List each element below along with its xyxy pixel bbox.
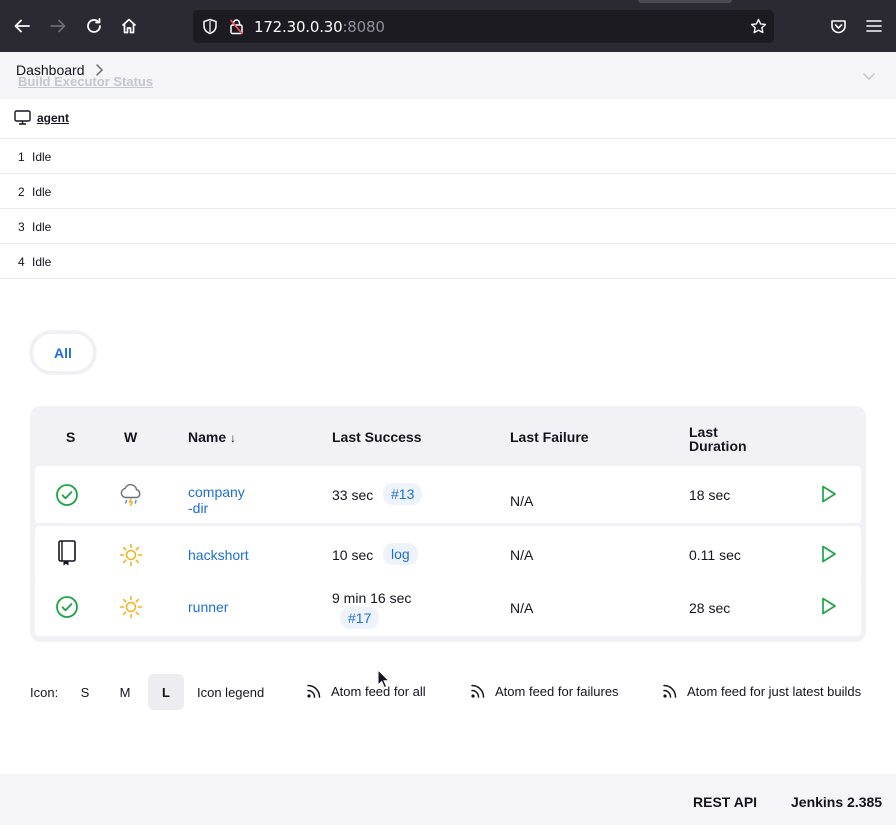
tab-strip-hint	[638, 0, 732, 3]
menu-button[interactable]	[862, 14, 886, 38]
executor-row: 2 Idle	[0, 174, 896, 209]
last-success-time: 9 min 16 sec	[332, 590, 412, 606]
mouse-cursor-icon	[377, 669, 390, 689]
rss-feed-icon	[663, 684, 677, 698]
atom-feed-failures-label: Atom feed for failures	[495, 683, 619, 699]
bookmark-star-icon[interactable]	[750, 18, 767, 35]
atom-feed-latest-label: Atom feed for just latest builds	[687, 683, 862, 699]
jenkins-version-link[interactable]: Jenkins 2.385	[791, 794, 882, 810]
build-badge[interactable]: log	[383, 543, 418, 565]
icon-size-label: Icon:	[30, 685, 59, 700]
build-badge[interactable]: #17	[340, 607, 380, 629]
executor-status: Idle	[32, 150, 52, 164]
page-footer: REST API Jenkins 2.385	[0, 774, 896, 825]
last-success-time: 10 sec	[332, 547, 374, 563]
header-last-duration-line2: Duration	[689, 438, 747, 454]
executor-status: Idle	[32, 255, 52, 269]
atom-feed-all-link[interactable]: Atom feed for all	[306, 683, 426, 699]
reload-icon	[87, 18, 101, 33]
job-name-line2: -dir	[188, 500, 209, 516]
executor-row: 4 Idle	[0, 244, 896, 279]
play-build-icon[interactable]	[817, 595, 839, 617]
thunderstorm-icon	[120, 483, 141, 507]
url-bar[interactable]: 172.30.0.30:8080	[193, 10, 774, 43]
rest-api-link[interactable]: REST API	[693, 794, 757, 810]
header-last-success[interactable]: Last Success	[332, 430, 422, 444]
last-duration: 18 sec	[689, 487, 731, 503]
last-failure: N/A	[510, 600, 534, 616]
url-text: 172.30.0.30:8080	[254, 18, 385, 36]
table-row: hackshort 10 sec log N/A 0.11 sec	[35, 526, 861, 583]
success-check-icon	[56, 484, 78, 506]
build-executor-status-title[interactable]: Build Executor Status	[18, 74, 153, 89]
icon-size-m-button[interactable]: M	[107, 674, 143, 710]
agent-link[interactable]: agent	[37, 111, 69, 125]
executor-row: 1 Idle	[0, 139, 896, 174]
header-name[interactable]: Name ↓	[188, 430, 236, 445]
header-last-duration[interactable]: Last Duration	[689, 425, 747, 453]
job-link-runner[interactable]: runner	[188, 600, 228, 614]
last-duration: 28 sec	[689, 600, 731, 616]
hamburger-menu-icon	[866, 20, 882, 32]
job-link-hackshort[interactable]: hackshort	[188, 548, 249, 562]
browser-toolbar: 172.30.0.30:8080	[0, 0, 896, 52]
job-name-line1: company	[188, 484, 245, 500]
home-button[interactable]	[117, 14, 141, 38]
play-build-icon[interactable]	[817, 543, 839, 565]
rss-feed-icon	[307, 684, 321, 698]
forward-button[interactable]	[46, 14, 70, 38]
last-failure: N/A	[510, 547, 534, 563]
executor-number: 2	[18, 185, 25, 199]
header-weather[interactable]: W	[124, 430, 137, 444]
header-name-label: Name	[188, 429, 227, 445]
rss-feed-icon	[471, 684, 485, 698]
last-duration: 0.11 sec	[689, 547, 741, 563]
not-built-notebook-icon	[58, 540, 76, 566]
executor-number: 4	[18, 255, 25, 269]
executor-number: 1	[18, 150, 25, 164]
shield-icon	[203, 18, 217, 35]
arrow-left-icon	[14, 19, 30, 33]
breadcrumb-bar: Dashboard Build Executor Status	[0, 52, 896, 99]
play-build-icon[interactable]	[817, 483, 839, 505]
job-link-company-dir[interactable]: company -dir	[188, 484, 245, 516]
executor-row: 3 Idle	[0, 209, 896, 244]
atom-feed-failures-link[interactable]: Atom feed for failures	[470, 683, 619, 699]
tab-all[interactable]: All	[30, 331, 96, 374]
computer-icon	[14, 110, 31, 125]
success-check-icon	[56, 596, 78, 618]
chevron-down-icon[interactable]	[862, 72, 876, 82]
executor-agent-row: agent	[0, 99, 896, 139]
build-badge[interactable]: #13	[383, 483, 423, 505]
table-row: company -dir 33 sec #13 N/A 18 sec	[35, 466, 861, 523]
header-last-failure[interactable]: Last Failure	[510, 430, 589, 444]
executor-number: 3	[18, 220, 25, 234]
icon-size-l-button[interactable]: L	[148, 674, 184, 710]
sunny-icon	[119, 543, 143, 567]
atom-feed-latest-link[interactable]: Atom feed for just latest builds	[662, 683, 861, 699]
pocket-icon	[830, 19, 846, 33]
last-failure: N/A	[510, 493, 534, 509]
arrow-right-icon	[50, 19, 66, 33]
table-row: runner 9 min 16 sec #17 N/A 28 sec	[35, 578, 861, 636]
home-icon	[121, 18, 137, 34]
back-button[interactable]	[10, 14, 34, 38]
reload-button[interactable]	[82, 14, 106, 38]
icon-size-s-button[interactable]: S	[67, 674, 103, 710]
last-success-time: 33 sec	[332, 487, 374, 503]
sunny-icon	[119, 595, 143, 619]
pocket-button[interactable]	[826, 14, 850, 38]
header-status[interactable]: S	[66, 430, 75, 444]
executor-status: Idle	[32, 185, 52, 199]
insecure-lock-icon	[229, 19, 244, 35]
icon-legend-bar: Icon: S M L Icon legend Atom feed for al…	[30, 674, 870, 710]
jobs-table: S W Name ↓ Last Success Last Failure Las…	[30, 406, 866, 642]
icon-legend-link[interactable]: Icon legend	[197, 685, 264, 700]
sort-arrow-down-icon: ↓	[230, 431, 237, 445]
executor-status: Idle	[32, 220, 52, 234]
